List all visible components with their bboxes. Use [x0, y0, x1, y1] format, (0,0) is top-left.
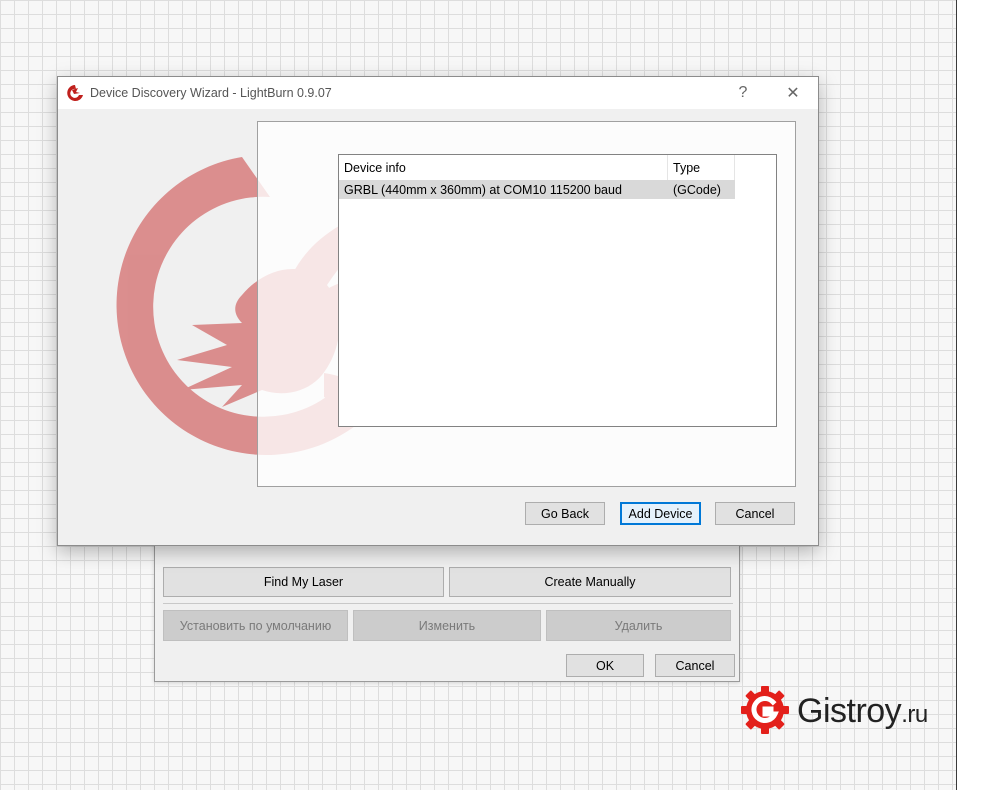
- separator: [163, 603, 733, 604]
- delete-button[interactable]: Удалить: [546, 610, 731, 641]
- window-title: Device Discovery Wizard - LightBurn 0.9.…: [90, 86, 332, 100]
- help-icon[interactable]: ?: [728, 81, 758, 105]
- close-icon[interactable]: ✕: [778, 81, 808, 105]
- find-my-laser-button[interactable]: Find My Laser: [163, 567, 444, 597]
- lightburn-logo-icon: [67, 85, 83, 101]
- ok-button[interactable]: OK: [566, 654, 644, 677]
- create-manually-button[interactable]: Create Manually: [449, 567, 731, 597]
- right-edge-panel: [956, 0, 1000, 790]
- edit-button[interactable]: Изменить: [353, 610, 541, 641]
- title-bar: Device Discovery Wizard - LightBurn 0.9.…: [58, 77, 818, 109]
- type-cell: (GCode): [673, 182, 721, 197]
- gistroy-logo: Gistroy.ru: [740, 683, 940, 739]
- logo-wordmark: Gistroy.ru: [797, 692, 928, 730]
- devices-cancel-button[interactable]: Cancel: [655, 654, 735, 677]
- device-discovery-wizard: Device Discovery Wizard - LightBurn 0.9.…: [57, 76, 819, 546]
- set-default-button[interactable]: Установить по умолчанию: [163, 610, 348, 641]
- table-row[interactable]: GRBL (440mm x 360mm) at COM10 115200 bau…: [339, 180, 735, 199]
- column-header-device-info[interactable]: Device info: [339, 155, 668, 180]
- gear-logo-icon: [741, 686, 789, 734]
- device-list[interactable]: Device info Type GRBL (440mm x 360mm) at…: [338, 154, 777, 427]
- content-panel: Device info Type GRBL (440mm x 360mm) at…: [257, 121, 796, 487]
- column-header-type[interactable]: Type: [668, 155, 735, 180]
- devices-dialog: Find My Laser Create Manually Установить…: [154, 538, 740, 682]
- device-info-cell: GRBL (440mm x 360mm) at COM10 115200 bau…: [344, 182, 622, 197]
- add-device-button[interactable]: Add Device: [620, 502, 701, 525]
- go-back-button[interactable]: Go Back: [525, 502, 605, 525]
- wizard-cancel-button[interactable]: Cancel: [715, 502, 795, 525]
- list-header: Device info Type: [339, 155, 735, 180]
